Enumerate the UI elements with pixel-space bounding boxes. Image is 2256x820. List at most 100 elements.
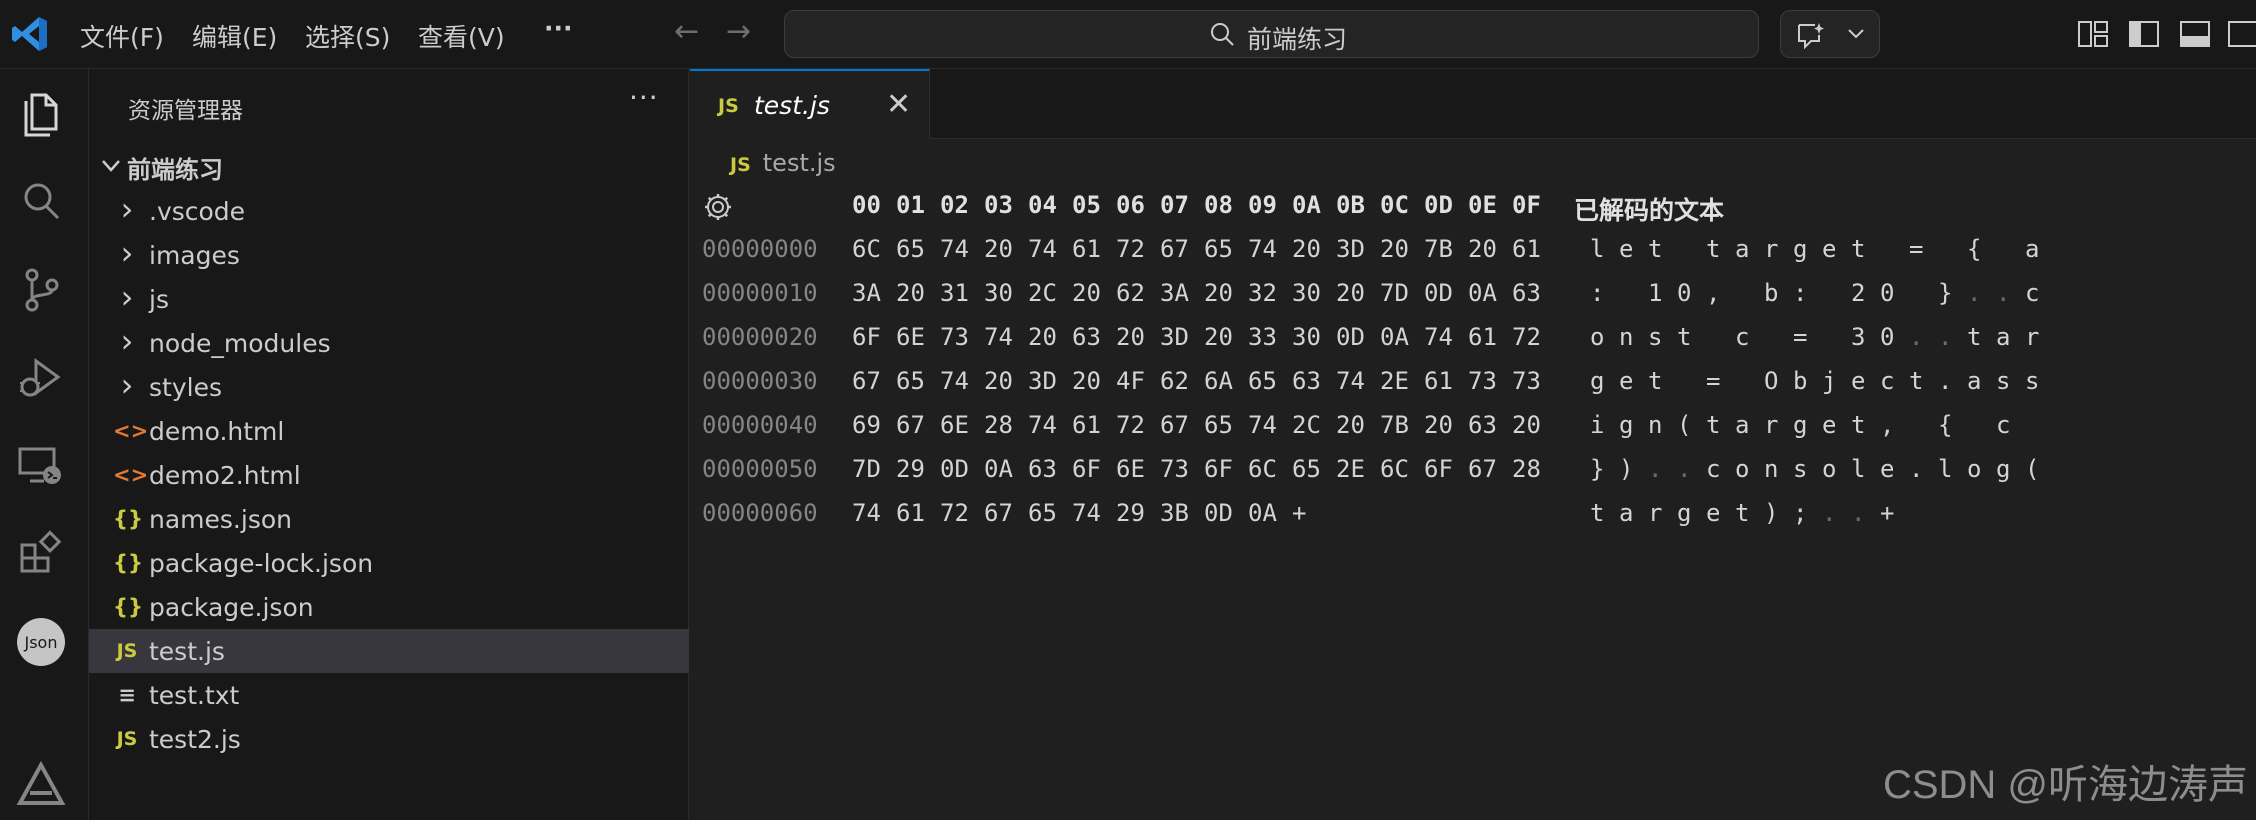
decoded-char[interactable]: r (1764, 411, 1793, 439)
decoded-char[interactable]: c (2025, 279, 2054, 307)
hex-byte[interactable]: 65 (1248, 367, 1292, 395)
decoded-char[interactable]: a (1735, 235, 1764, 263)
decoded-char[interactable]: . (1822, 499, 1851, 527)
tree-item[interactable]: <> demo.html (89, 409, 689, 453)
hex-byte[interactable]: 74 (940, 235, 984, 263)
decoded-char[interactable]: t (1706, 411, 1735, 439)
hex-byte[interactable]: 69 (852, 411, 896, 439)
tree-item[interactable]: ≡ test.txt (89, 673, 689, 717)
decoded-char[interactable]: . (1996, 279, 2025, 307)
hex-byte[interactable]: 6C (1248, 455, 1292, 483)
hex-byte[interactable]: 6E (1116, 455, 1160, 483)
decoded-char[interactable]: } (1590, 455, 1619, 483)
decoded-char[interactable]: . (1938, 323, 1967, 351)
hex-byte[interactable]: 7D (1380, 279, 1424, 307)
hex-byte[interactable]: 28 (1512, 455, 1556, 483)
decoded-char[interactable]: { (1938, 411, 1967, 439)
hex-byte[interactable]: 6C (1380, 455, 1424, 483)
decoded-char[interactable] (1706, 323, 1735, 351)
decoded-char[interactable]: s (1648, 323, 1677, 351)
hex-byte[interactable]: 20 (1424, 411, 1468, 439)
decoded-char[interactable]: b (1793, 367, 1822, 395)
tree-item[interactable]: › .vscode (89, 189, 689, 233)
hex-byte[interactable]: 74 (1424, 323, 1468, 351)
hex-byte[interactable]: 74 (852, 499, 896, 527)
hex-byte[interactable]: 74 (1336, 367, 1380, 395)
hex-byte[interactable]: 20 (1468, 235, 1512, 263)
decoded-char[interactable] (1677, 367, 1706, 395)
hex-byte[interactable]: 74 (1028, 235, 1072, 263)
root-folder[interactable]: 前端练习 (99, 149, 223, 185)
decoded-char[interactable] (1677, 235, 1706, 263)
decoded-char[interactable]: , (1706, 279, 1735, 307)
hex-byte[interactable]: 2E (1336, 455, 1380, 483)
decoded-char[interactable]: 0 (1880, 279, 1909, 307)
tree-item[interactable]: › images (89, 233, 689, 277)
hex-byte[interactable]: 67 (1160, 235, 1204, 263)
decoded-char[interactable]: . (1967, 279, 1996, 307)
decoded-char[interactable]: t (1851, 235, 1880, 263)
hex-byte[interactable]: 30 (984, 279, 1028, 307)
decoded-char[interactable] (1909, 279, 1938, 307)
menu-view[interactable]: 查看(V) (418, 18, 505, 54)
hex-byte[interactable]: 72 (1116, 235, 1160, 263)
hex-byte[interactable]: 63 (1292, 367, 1336, 395)
decoded-char[interactable] (2025, 411, 2054, 439)
decoded-char[interactable]: o (1822, 455, 1851, 483)
decoded-char[interactable]: a (1996, 323, 2025, 351)
hex-byte[interactable]: 6F (1424, 455, 1468, 483)
hex-byte[interactable]: 65 (896, 367, 940, 395)
decoded-char[interactable]: = (1909, 235, 1938, 263)
copilot-chat-button[interactable] (1780, 10, 1880, 58)
toggle-panel-icon[interactable] (2178, 17, 2212, 51)
hex-byte[interactable]: 61 (1072, 235, 1116, 263)
decoded-char[interactable]: t (1590, 499, 1619, 527)
hex-byte[interactable]: 61 (1072, 411, 1116, 439)
decoded-char[interactable]: { (1967, 235, 1996, 263)
hex-byte[interactable]: 65 (1204, 411, 1248, 439)
hex-byte[interactable]: 74 (1028, 411, 1072, 439)
hex-byte[interactable]: 3A (852, 279, 896, 307)
decoded-char[interactable]: o (1735, 455, 1764, 483)
decoded-char[interactable]: ) (1619, 455, 1648, 483)
decoded-char[interactable]: c (1880, 367, 1909, 395)
decoded-char[interactable]: a (1619, 499, 1648, 527)
hex-byte[interactable]: 73 (1160, 455, 1204, 483)
extension-a-icon[interactable] (14, 757, 68, 811)
decoded-char[interactable]: . (1909, 455, 1938, 483)
menu-file[interactable]: 文件(F) (80, 18, 164, 54)
decoded-char[interactable]: a (2025, 235, 2054, 263)
hex-byte[interactable]: 67 (984, 499, 1028, 527)
decoded-char[interactable]: b (1764, 279, 1793, 307)
decoded-char[interactable]: e (1619, 235, 1648, 263)
hex-byte[interactable]: 0D (1336, 323, 1380, 351)
hex-byte[interactable]: 20 (1512, 411, 1556, 439)
tree-item[interactable]: {} names.json (89, 497, 689, 541)
hex-byte[interactable]: 65 (1292, 455, 1336, 483)
toggle-secondary-sidebar-icon[interactable] (2226, 17, 2256, 51)
command-center-search[interactable]: 前端练习 (784, 10, 1759, 58)
decoded-char[interactable]: n (1648, 411, 1677, 439)
decoded-char[interactable]: e (1706, 499, 1735, 527)
decoded-char[interactable]: e (1619, 367, 1648, 395)
decoded-char[interactable] (1735, 367, 1764, 395)
close-icon[interactable]: ✕ (886, 87, 911, 122)
tree-item[interactable]: JS test2.js (89, 717, 689, 761)
tree-item[interactable]: {} package-lock.json (89, 541, 689, 585)
hex-byte[interactable]: 20 (1204, 323, 1248, 351)
decoded-char[interactable]: g (1793, 411, 1822, 439)
hex-byte[interactable]: 67 (852, 367, 896, 395)
hex-byte[interactable]: 3D (1336, 235, 1380, 263)
run-debug-icon[interactable] (14, 351, 68, 405)
hex-byte[interactable]: 20 (1336, 279, 1380, 307)
hex-byte[interactable]: 72 (1512, 323, 1556, 351)
hex-byte[interactable]: 3B (1160, 499, 1204, 527)
hex-byte[interactable]: 61 (896, 499, 940, 527)
hex-byte[interactable]: 63 (1468, 411, 1512, 439)
decoded-char[interactable]: + (1880, 499, 1909, 527)
menu-more-button[interactable]: ··· (544, 14, 573, 43)
hex-byte[interactable]: 74 (940, 367, 984, 395)
hex-byte[interactable]: 20 (896, 279, 940, 307)
decoded-char[interactable]: t (1967, 323, 1996, 351)
hex-byte[interactable]: 32 (1248, 279, 1292, 307)
